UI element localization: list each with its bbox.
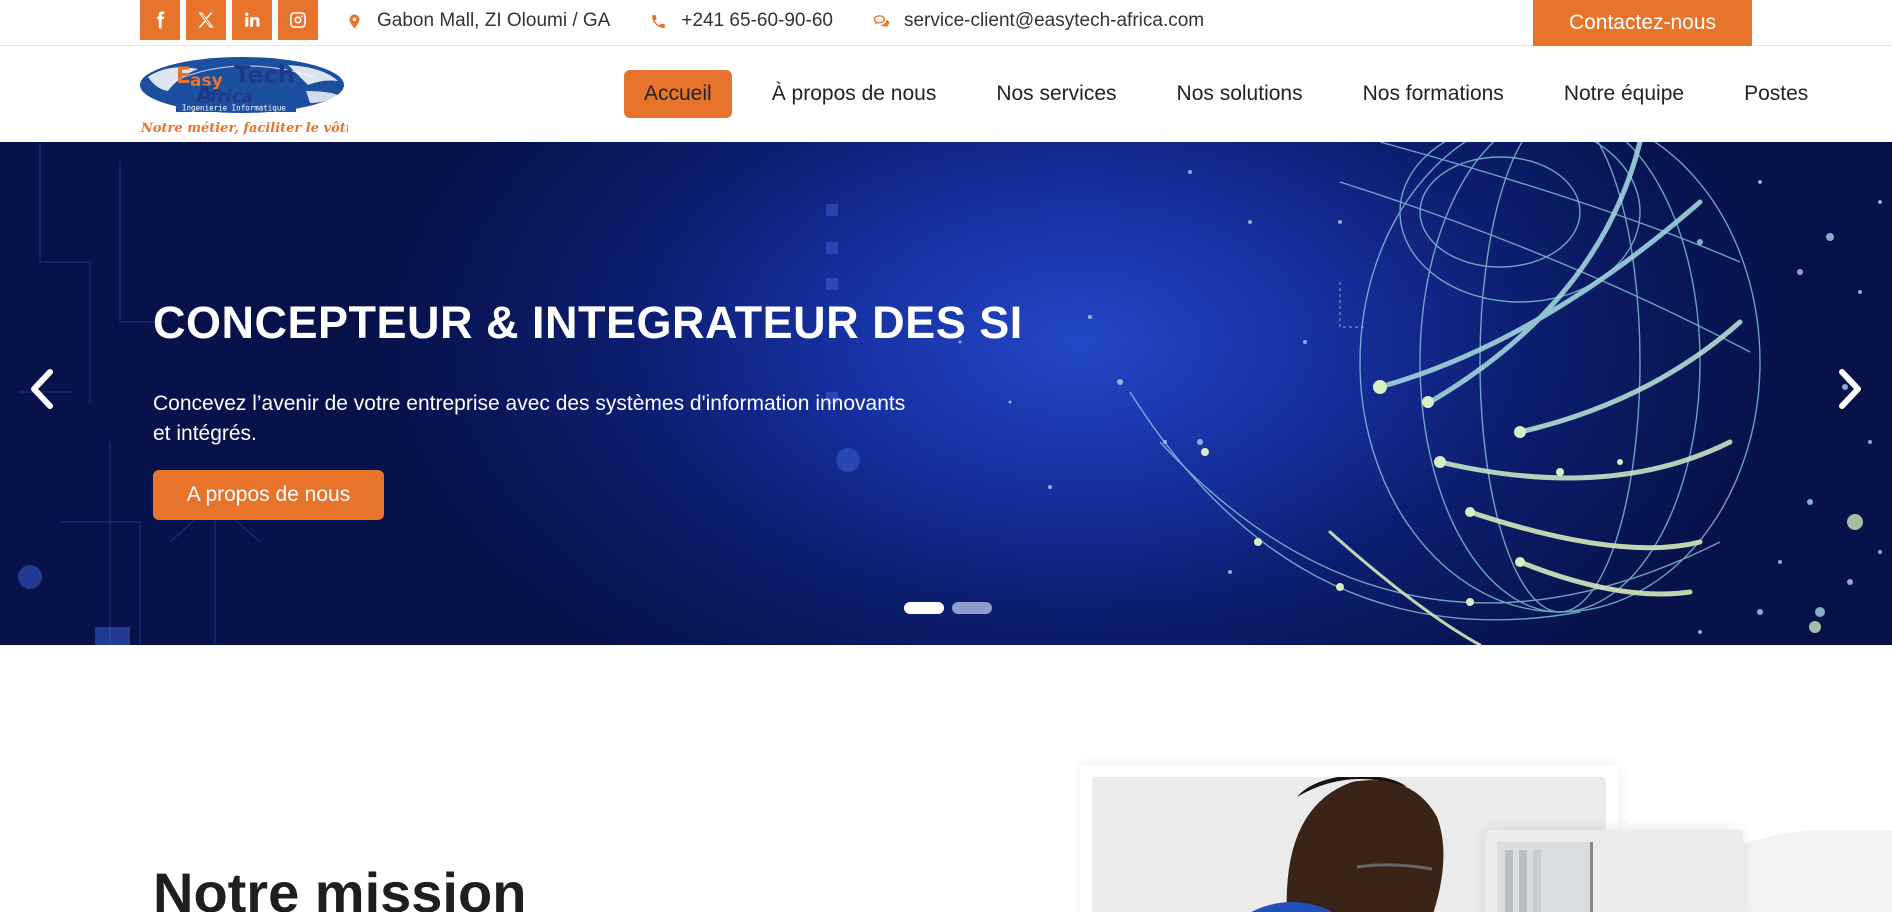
nav-item-accueil[interactable]: Accueil [624, 70, 732, 118]
top-bar: Gabon Mall, ZI Oloumi / GA +241 65-60-90… [0, 0, 1892, 46]
nav-item-a-propos[interactable]: À propos de nous [752, 70, 957, 118]
facebook-icon [157, 11, 165, 29]
carousel-prev-button[interactable] [22, 364, 62, 414]
hero-description: Concevez l’avenir de votre entreprise av… [153, 392, 906, 445]
chevron-left-icon [31, 369, 53, 409]
carousel-indicator-1[interactable] [904, 602, 944, 614]
address-item: Gabon Mall, ZI Oloumi / GA [346, 10, 610, 32]
svg-text:Ingenierie Informatique: Ingenierie Informatique [182, 104, 286, 113]
hero-about-button[interactable]: A propos de nous [153, 470, 384, 520]
nav-item-equipe[interactable]: Notre équipe [1544, 70, 1704, 118]
mission-secondary-photo [1485, 830, 1743, 912]
logo-easy-text: E [176, 64, 191, 89]
chat-bubbles-icon [873, 14, 890, 27]
address-text: Gabon Mall, ZI Oloumi / GA [377, 10, 611, 31]
contact-info: Gabon Mall, ZI Oloumi / GA +241 65-60-90… [346, 0, 1204, 42]
svg-text:Tech: Tech [234, 61, 295, 89]
email-item[interactable]: service-client@easytech-africa.com [873, 10, 1204, 32]
nav-item-solutions[interactable]: Nos solutions [1157, 70, 1323, 118]
phone-icon [652, 14, 666, 28]
carousel-indicators [904, 602, 992, 614]
instagram-link[interactable] [278, 0, 318, 40]
main-navbar: E asy Tech frica A Ingenierie Informatiq… [0, 47, 1892, 142]
main-menu: Accueil À propos de nous Nos services No… [624, 70, 1828, 118]
social-links [140, 0, 318, 40]
phone-item[interactable]: +241 65-60-90-60 [650, 10, 833, 32]
carousel-next-button[interactable] [1830, 364, 1870, 414]
mission-heading: Notre mission [153, 861, 527, 912]
hero-title: CONCEPTEUR & INTEGRATEUR DES SI [153, 297, 1023, 348]
contact-us-button[interactable]: Contactez-nous [1533, 0, 1752, 46]
easytech-africa-logo[interactable]: E asy Tech frica A Ingenierie Informatiq… [138, 55, 348, 137]
x-twitter-icon [198, 12, 214, 28]
x-twitter-link[interactable] [186, 0, 226, 40]
nav-item-postes[interactable]: Postes [1724, 70, 1828, 118]
chevron-right-icon [1839, 369, 1861, 409]
carousel-indicator-2[interactable] [952, 602, 992, 614]
facebook-link[interactable] [140, 0, 180, 40]
email-text[interactable]: service-client@easytech-africa.com [904, 10, 1204, 32]
instagram-icon [290, 12, 306, 28]
map-pin-icon [349, 13, 360, 29]
nav-item-services[interactable]: Nos services [976, 70, 1136, 118]
hero-carousel: CONCEPTEUR & INTEGRATEUR DES SI Concevez… [0, 142, 1892, 645]
nav-item-formations[interactable]: Nos formations [1343, 70, 1524, 118]
phone-text[interactable]: +241 65-60-90-60 [681, 10, 833, 32]
svg-text:Notre métier, faciliter le vôt: Notre métier, faciliter le vôtre [140, 121, 348, 136]
linkedin-icon [245, 12, 260, 27]
linkedin-link[interactable] [232, 0, 272, 40]
